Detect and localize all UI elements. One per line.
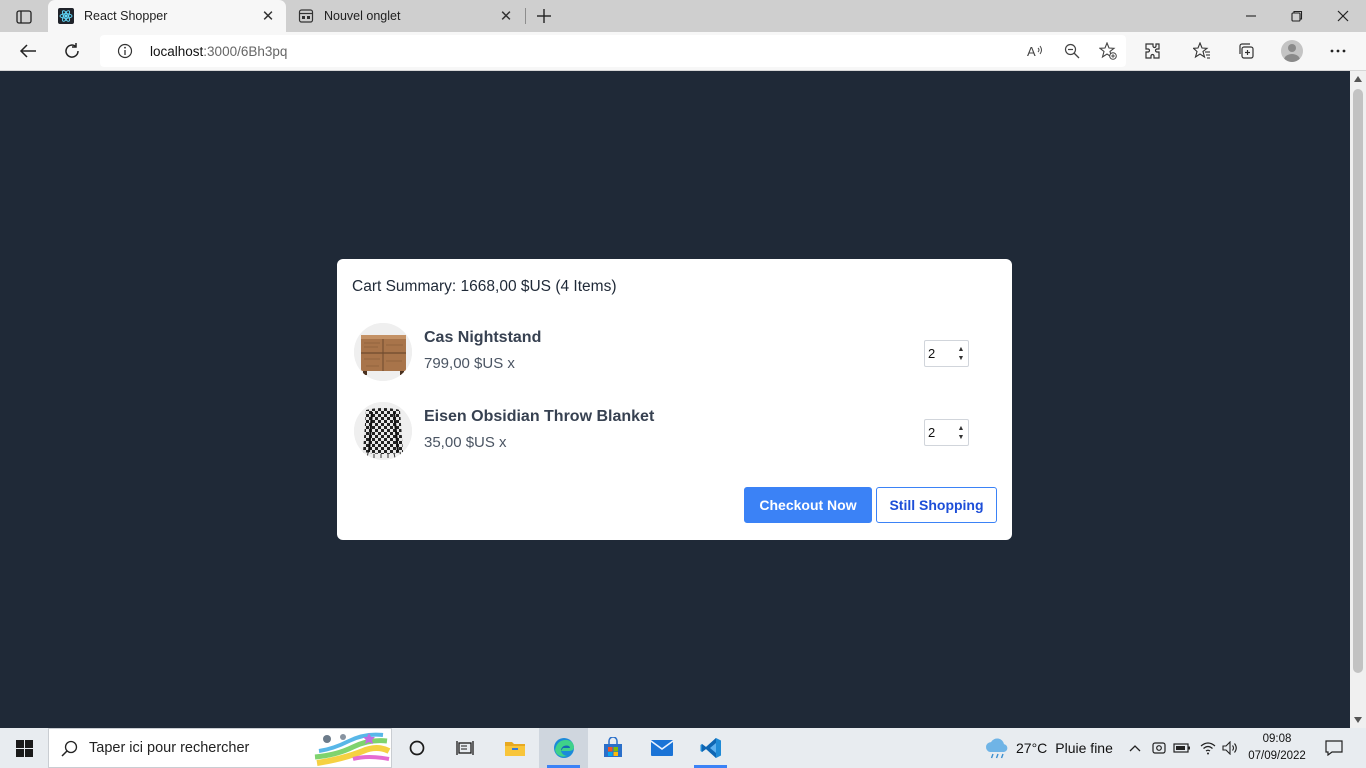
scroll-down-icon[interactable] [1350,712,1366,728]
cart-summary-modal: Cart Summary: 1668,00 $US (4 Items) Cas … [337,259,1012,540]
react-logo-icon [58,8,74,24]
item-price: 799,00 $US x [424,355,515,372]
quantity-value[interactable]: 2 [925,425,954,440]
browser-tab-bar: React Shopper ✕ Nouvel onglet ✕ [0,0,1366,32]
address-bar[interactable]: localhost:3000/6Bh3pq A [100,35,1126,67]
chevron-up-icon[interactable] [1123,728,1147,768]
search-highlight-illustration-icon [313,729,391,767]
item-price: 35,00 $US x [424,434,507,451]
task-view-icon[interactable] [440,728,489,768]
weather-temperature: 27°C [1016,740,1048,756]
notification-center-icon[interactable] [1320,728,1348,768]
cart-items-count: (4 Items) [555,278,617,295]
microsoft-store-icon[interactable] [588,728,637,768]
edge-icon[interactable] [539,728,588,768]
clock-date: 07/09/2022 [1248,750,1306,762]
collections-icon[interactable] [1230,36,1262,66]
windows-start-icon[interactable] [0,728,48,768]
svg-text:A: A [1027,44,1036,58]
back-icon[interactable] [12,36,44,66]
tab-react-shopper[interactable]: React Shopper ✕ [48,0,286,32]
nightstand-image [354,323,412,381]
extensions-icon[interactable] [1137,36,1169,66]
volume-icon[interactable] [1218,728,1242,768]
system-clock[interactable]: 09:08 07/09/2022 [1240,730,1314,766]
restore-icon[interactable] [1274,0,1320,32]
new-tab-icon[interactable] [532,4,556,28]
minimize-icon[interactable] [1228,0,1274,32]
search-placeholder: Taper ici pour rechercher [89,740,250,756]
scroll-up-icon[interactable] [1350,71,1366,87]
battery-icon[interactable] [1170,728,1194,768]
taskbar-search-box[interactable]: Taper ici pour rechercher [48,728,392,768]
refresh-icon[interactable] [56,36,88,66]
scroll-thumb[interactable] [1353,89,1363,673]
add-favorite-icon[interactable] [1090,35,1126,67]
page-scrollbar[interactable] [1350,71,1366,728]
tab-divider [525,8,526,24]
summary-label: Cart Summary: [352,278,457,295]
weather-widget[interactable]: 27°C Pluie fine [984,728,1113,768]
site-info-icon[interactable] [100,35,150,67]
close-icon[interactable] [1320,0,1366,32]
clock-time: 09:08 [1262,733,1292,745]
more-icon[interactable] [1322,36,1354,66]
item-name[interactable]: Cas Nightstand [424,329,541,347]
tab-title: Nouvel onglet [324,9,401,23]
cart-item: Cas Nightstand 799,00 $US x 2 ▲ ▼ [352,321,972,385]
tab-nouvel-onglet[interactable]: Nouvel onglet ✕ [288,0,524,32]
favorites-icon[interactable] [1186,36,1218,66]
weather-condition: Pluie fine [1055,740,1113,756]
cortana-icon[interactable] [392,728,441,768]
quantity-stepper[interactable]: 2 ▲ ▼ [924,419,969,446]
spinner-arrows-icon[interactable]: ▲ ▼ [954,420,968,445]
item-name[interactable]: Eisen Obsidian Throw Blanket [424,408,654,426]
read-aloud-icon[interactable]: A [1018,35,1054,67]
new-tab-page-icon [298,8,314,24]
blanket-image [354,402,412,460]
meet-now-icon[interactable] [1147,728,1171,768]
url-text[interactable]: localhost:3000/6Bh3pq [150,44,1018,59]
rain-cloud-icon [984,728,1010,768]
close-icon[interactable]: ✕ [498,8,514,25]
mail-icon[interactable] [637,728,686,768]
file-explorer-icon[interactable] [490,728,539,768]
quantity-stepper[interactable]: 2 ▲ ▼ [924,340,969,367]
quantity-value[interactable]: 2 [925,346,954,361]
cart-total: 1668,00 $US [460,278,552,295]
avatar [1281,40,1303,62]
url-path: :3000/6Bh3pq [203,43,288,59]
spinner-arrows-icon[interactable]: ▲ ▼ [954,341,968,366]
zoom-out-icon[interactable] [1054,35,1090,67]
vscode-icon[interactable] [686,728,735,768]
url-host: localhost [150,43,204,59]
close-icon[interactable]: ✕ [260,8,276,25]
browser-toolbar: localhost:3000/6Bh3pq A [0,32,1366,71]
page-backdrop: Cart Summary: 1668,00 $US (4 Items) Cas … [0,71,1350,728]
windows-taskbar: Taper ici pour rechercher 27°C Pluie fin… [0,728,1366,768]
search-icon [49,729,89,767]
still-shopping-button[interactable]: Still Shopping [876,487,997,523]
tab-actions-icon[interactable] [8,6,40,28]
cart-summary-title: Cart Summary: 1668,00 $US (4 Items) [352,278,617,296]
wifi-icon[interactable] [1196,728,1220,768]
tab-title: React Shopper [84,9,168,23]
checkout-now-button[interactable]: Checkout Now [744,487,872,523]
profile-icon[interactable] [1276,36,1308,66]
cart-item: Eisen Obsidian Throw Blanket 35,00 $US x… [352,400,972,464]
